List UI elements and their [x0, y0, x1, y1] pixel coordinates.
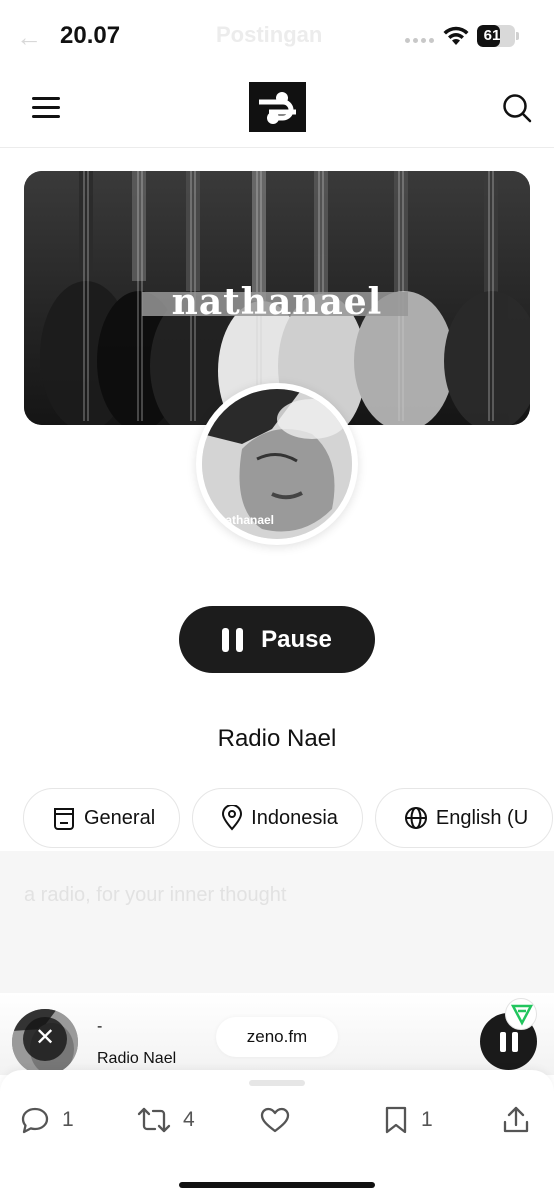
repost-button[interactable]: 4	[137, 1100, 195, 1140]
chip-language[interactable]: English (U	[374, 788, 554, 848]
pause-button-label: Pause	[261, 625, 332, 653]
station-description: a radio, for your inner thought	[24, 884, 287, 906]
status-time: 20.07	[60, 22, 121, 49]
bookmark-button[interactable]: 1	[383, 1100, 433, 1140]
reply-button[interactable]: 1	[20, 1100, 74, 1140]
location-pin-icon	[222, 805, 243, 831]
search-icon[interactable]	[502, 93, 532, 123]
avatar-caption: nathanael	[218, 513, 275, 527]
wifi-icon	[443, 26, 469, 45]
reply-icon	[21, 1107, 49, 1134]
app-header	[0, 70, 554, 148]
ghost-page-title: Postingan	[216, 22, 323, 47]
sheet-grabber[interactable]	[249, 1080, 305, 1086]
post-actions: 1 4 1	[0, 1100, 554, 1140]
station-avatar: nathanael	[196, 383, 358, 545]
battery-icon: 61	[477, 25, 515, 47]
post-action-sheet: 1 4 1	[0, 1070, 554, 1199]
badge-icon	[505, 998, 537, 1030]
player-station-name: Radio Nael	[97, 1050, 177, 1067]
hamburger-menu-icon[interactable]	[32, 97, 60, 119]
reply-count: 1	[62, 1108, 74, 1131]
share-icon	[503, 1106, 529, 1133]
station-tags: General Indonesia English (U	[23, 788, 554, 848]
chip-country[interactable]: Indonesia	[192, 788, 363, 848]
description-section	[0, 851, 554, 993]
chip-genre[interactable]: General	[23, 788, 181, 848]
source-link[interactable]: zeno.fm	[216, 1017, 338, 1057]
share-button[interactable]	[502, 1100, 530, 1140]
banner-title: nathanael	[171, 281, 383, 323]
mini-player: ✕ - Radio Nael zeno.fm	[0, 993, 554, 1075]
station-name: Radio Nael	[217, 725, 337, 752]
repost-icon	[137, 1107, 171, 1133]
track-title: -	[97, 1018, 103, 1035]
status-bar: ← 20.07 Postingan 61	[0, 0, 554, 70]
avatar-image: nathanael	[202, 389, 352, 539]
bookmark-count: 1	[421, 1108, 433, 1131]
chip-genre-label: General	[84, 806, 156, 829]
repost-count: 4	[183, 1108, 195, 1131]
back-arrow-icon[interactable]: ←	[16, 22, 42, 53]
app-logo[interactable]	[249, 82, 306, 132]
chip-country-label: Indonesia	[251, 806, 338, 829]
home-indicator	[179, 1182, 375, 1188]
like-button[interactable]	[259, 1100, 291, 1140]
bookmark-icon	[385, 1106, 407, 1134]
chip-language-label: English (U	[435, 806, 529, 829]
battery-percentage: 61	[483, 27, 501, 44]
close-player-button[interactable]: ✕	[23, 1017, 67, 1061]
globe-icon	[404, 807, 427, 829]
signal-dots-icon	[405, 38, 434, 43]
heart-icon	[260, 1107, 290, 1133]
pause-button[interactable]: Pause	[179, 606, 375, 673]
pause-icon	[222, 627, 244, 652]
radio-icon	[54, 808, 74, 830]
battery-tip	[516, 32, 519, 40]
